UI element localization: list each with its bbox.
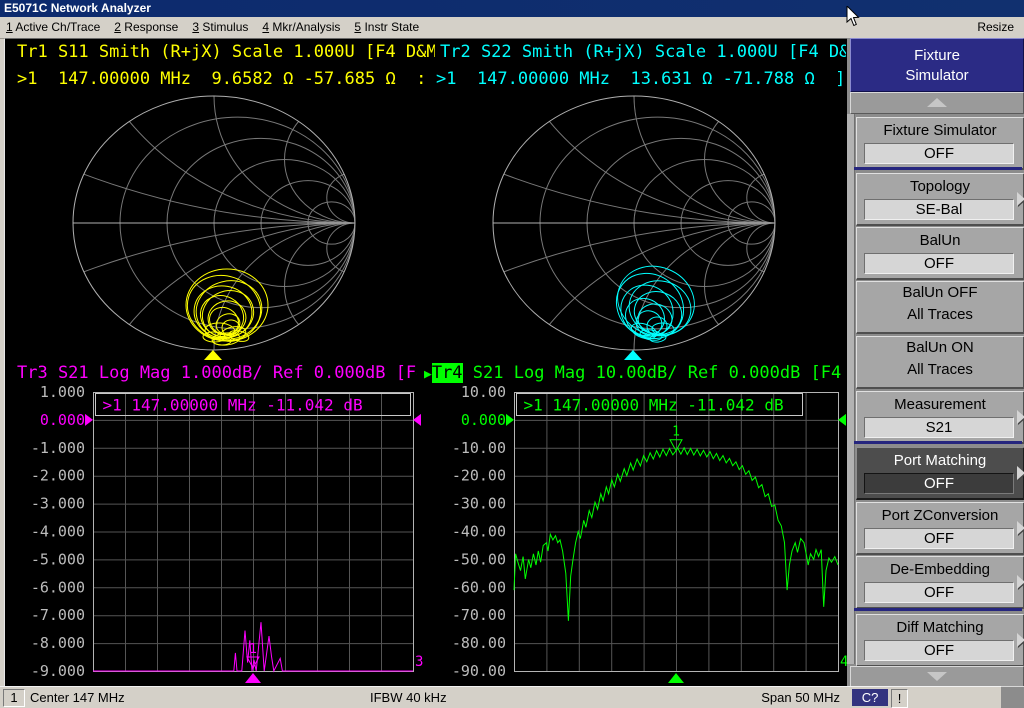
submenu-arrow-icon	[1017, 575, 1024, 589]
softkey-balun[interactable]: BalUn OFF	[856, 227, 1024, 280]
scroll-up-icon	[927, 98, 947, 107]
softkey-label: BalUn OFF	[857, 282, 1023, 304]
menu-item-instr-state[interactable]: 5 Instr State	[354, 20, 419, 34]
softkey-label: Measurement	[857, 395, 1023, 414]
softkey-port-matching[interactable]: Port Matching OFF	[856, 447, 1024, 500]
menu-item-mkr-analysis[interactable]: 4 Mkr/Analysis	[262, 20, 340, 34]
softkey-separator	[854, 167, 1022, 170]
warning-indicator: !	[891, 689, 908, 708]
softkey-panel-bottom	[1001, 686, 1024, 708]
submenu-arrow-icon	[1017, 633, 1024, 647]
application-window: E5071C Network Analyzer 1 Active Ch/Trac…	[0, 0, 1024, 708]
menu-bar: 1 Active Ch/Trace 2 Response 3 Stimulus 4 M…	[0, 17, 1024, 39]
trace4-header[interactable]: ▶Tr4 S21 Log Mag 10.00dB/ Ref 0.000dB [F…	[424, 363, 846, 383]
softkey-value: OFF	[864, 473, 1014, 494]
scroll-down-icon	[927, 672, 947, 681]
window-title: E5071C Network Analyzer	[4, 1, 151, 15]
trace1-header[interactable]: Tr1 S11 Smith (R+jX) Scale 1.000U [F4 D&…	[17, 42, 435, 62]
softkey-label: Port ZConversion	[857, 506, 1023, 525]
softkey-separator	[854, 441, 1022, 444]
softkey-separator	[854, 608, 1022, 611]
softkey-scroll-gutter[interactable]	[847, 114, 855, 664]
softkey-label: De-Embedding	[857, 560, 1023, 579]
active-trace-arrow-icon: ▶	[424, 367, 432, 382]
softkey-fixture-simulator[interactable]: Fixture Simulator OFF	[856, 117, 1024, 170]
softkey-menu-title-line1: Fixture	[851, 47, 1023, 64]
menu-item-stimulus[interactable]: 3 Stimulus	[192, 20, 248, 34]
softkey-label: Port Matching	[857, 451, 1023, 470]
softkey-value: OFF	[864, 640, 1014, 661]
softkey-label: All Traces	[857, 359, 1023, 381]
softkey-value: OFF	[864, 143, 1014, 164]
submenu-arrow-icon	[1017, 521, 1024, 535]
status-span: Span 50 MHz	[700, 690, 840, 705]
softkey-label: Diff Matching	[857, 618, 1023, 637]
trace3-header[interactable]: Tr3 S21 Log Mag 1.000dB/ Ref 0.000dB [F4	[17, 363, 417, 383]
softkey-label: All Traces	[857, 304, 1023, 326]
softkey-value: S21	[864, 417, 1014, 438]
softkey-measurement[interactable]: Measurement S21	[856, 391, 1024, 444]
softkey-value: OFF	[864, 253, 1014, 274]
softkey-label: Fixture Simulator	[857, 121, 1023, 140]
softkey-menu-title: Fixture Simulator	[850, 38, 1024, 93]
trace2-header[interactable]: Tr2 S22 Smith (R+jX) Scale 1.000U [F4 D&…	[440, 42, 846, 62]
mouse-cursor-icon	[846, 6, 862, 28]
menu-item-response[interactable]: 2 Response	[114, 20, 178, 34]
menu-item-active-ch-trace[interactable]: 1 Active Ch/Trace	[6, 20, 100, 34]
correction-status-badge: C?	[852, 689, 888, 706]
trace4-name: Tr4	[432, 363, 463, 383]
submenu-arrow-icon	[1017, 410, 1024, 424]
softkey-label: BalUn	[857, 231, 1023, 250]
softkey-scroll-up-button[interactable]	[850, 92, 1024, 114]
softkey-value: OFF	[864, 582, 1014, 603]
softkey-diff-matching[interactable]: Diff Matching OFF	[856, 614, 1024, 667]
status-center-frequency: Center 147 MHz	[30, 690, 125, 705]
softkey-port-zconversion[interactable]: Port ZConversion OFF	[856, 502, 1024, 555]
submenu-arrow-icon	[1017, 192, 1024, 206]
softkey-value: SE-Bal	[864, 199, 1014, 220]
trace2-marker-readout: >1 147.00000 MHz 13.631 Ω -71.788 Ω ]	[436, 69, 846, 89]
channel-number-box: 1	[3, 689, 25, 707]
softkey-de-embedding[interactable]: De-Embedding OFF	[856, 556, 1024, 609]
resize-button[interactable]: Resize	[977, 20, 1014, 34]
trace4-header-rest: S21 Log Mag 10.00dB/ Ref 0.000dB [F4	[463, 363, 842, 383]
softkey-balun-on-all-traces[interactable]: BalUn ONAll Traces	[856, 336, 1024, 389]
title-bar: E5071C Network Analyzer	[0, 0, 1024, 17]
softkey-label: BalUn ON	[857, 337, 1023, 359]
trace1-marker-readout: >1 147.00000 MHz 9.6582 Ω -57.685 Ω :	[17, 69, 435, 89]
submenu-arrow-icon	[1017, 466, 1024, 480]
softkey-value: OFF	[864, 528, 1014, 549]
menu-items: 1 Active Ch/Trace 2 Response 3 Stimulus 4 M…	[6, 20, 419, 34]
softkey-menu-title-line2: Simulator	[851, 67, 1023, 84]
status-bar: 1 Center 147 MHz IFBW 40 kHz Span 50 MHz…	[0, 686, 1001, 708]
softkey-balun-off-all-traces[interactable]: BalUn OFFAll Traces	[856, 281, 1024, 334]
status-ifbw: IFBW 40 kHz	[370, 690, 447, 705]
softkey-scroll-down-button[interactable]	[850, 666, 1024, 688]
softkey-label: Topology	[857, 177, 1023, 196]
softkey-topology[interactable]: Topology SE-Bal	[856, 173, 1024, 226]
